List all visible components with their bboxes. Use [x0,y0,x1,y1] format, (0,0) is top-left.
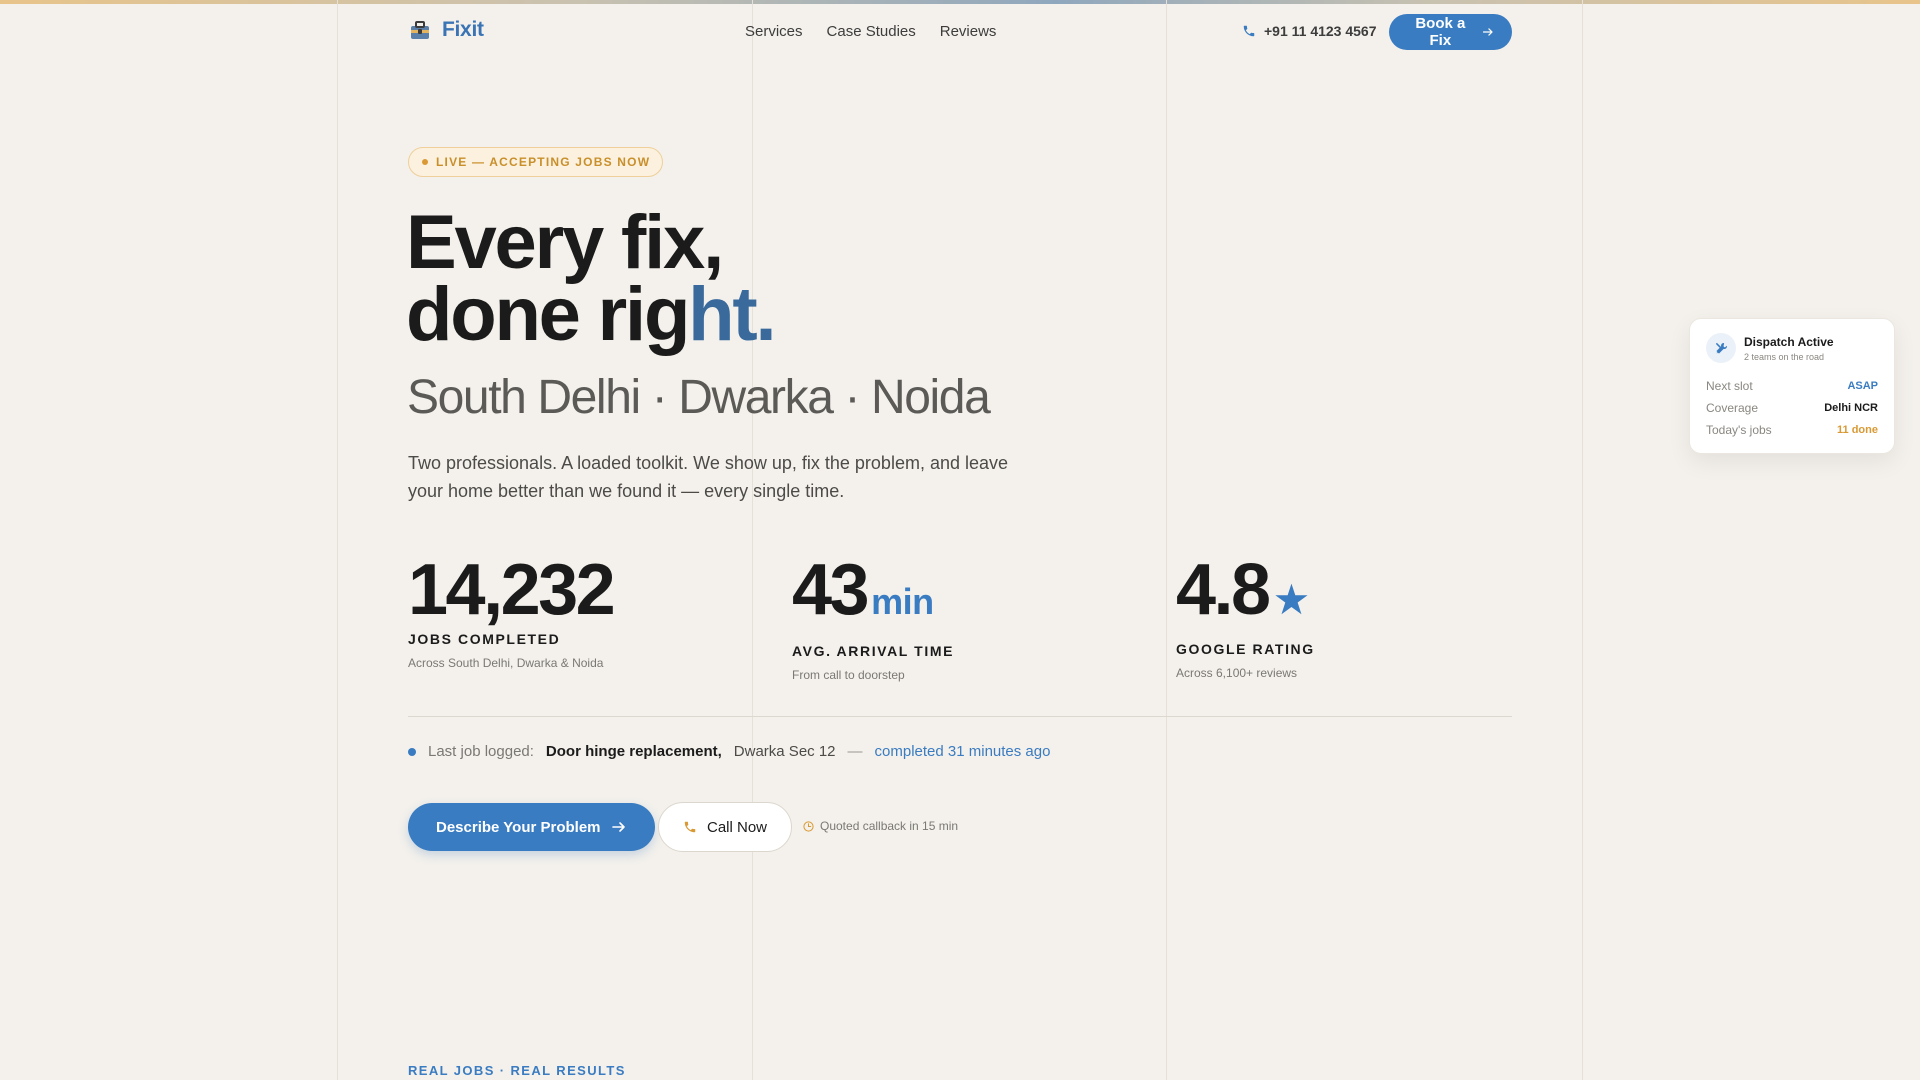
call-now-label: Call Now [707,818,768,836]
grid-line [752,0,753,1080]
live-status-badge: LIVE — ACCEPTING JOBS NOW [408,147,664,177]
arrow-right-icon [611,822,625,832]
top-accent-bar [0,0,1920,4]
stat-caption: Across 6,100+ reviews [1176,666,1298,680]
headline-accent: ht. [688,272,776,357]
phone-icon [684,821,696,833]
last-job-ticker: Last job logged: Door hinge replacement,… [408,743,1050,760]
stat-value: 4.8 [1176,550,1271,630]
star-icon: ★ [1272,576,1311,623]
service-areas: South Delhi · Dwarka · Noida [407,371,991,424]
last-job-location: Dwarka Sec 12 [733,743,836,760]
section-eyebrow: REAL JOBS · REAL RESULTS [408,1063,626,1078]
brand-name: Fixit [442,18,484,41]
stat-caption: From call to doorstep [792,668,905,682]
nav-reviews[interactable]: Reviews [940,23,997,40]
header-phone-link[interactable]: +91 11 4123 4567 [1242,23,1377,39]
grid-line [1582,0,1583,1080]
dispatch-card: Dispatch Active 2 teams on the road Next… [1689,318,1895,454]
dispatch-row-key: Today's jobs [1706,423,1772,437]
phone-icon [1243,25,1255,37]
dispatch-row: Coverage Delhi NCR [1706,397,1878,419]
dispatch-subtitle: 2 teams on the road [1744,351,1825,362]
dispatch-row-value: Delhi NCR [1824,402,1878,414]
stat-jobs-completed: 14,232 JOBS COMPLETED Across South Delhi… [408,550,616,670]
stat-label: JOBS COMPLETED [408,631,561,647]
stat-label: GOOGLE RATING [1176,641,1315,657]
site-header: Fixit Services Case Studies Reviews +91 … [408,14,1512,50]
dispatch-title: Dispatch Active [1744,334,1834,349]
book-a-fix-label: Book a Fix [1415,15,1466,49]
stat-value: 43 [792,550,870,630]
dispatch-row-value: 11 done [1837,424,1878,436]
last-job-separator: — [847,743,863,760]
last-job-prefix: Last job logged: [428,743,534,760]
stat-caption: Across South Delhi, Dwarka & Noida [408,656,604,670]
grid-line [1166,0,1167,1080]
tools-icon [1706,333,1736,363]
stat-value: 14,232 [408,550,616,630]
book-a-fix-button[interactable]: Book a Fix [1389,14,1512,50]
last-job-title: Door hinge replacement, [545,743,722,760]
main-nav: Services Case Studies Reviews [745,23,996,40]
stat-arrival-time: 43 min AVG. ARRIVAL TIME From call to doo… [792,550,955,682]
callback-note: Quoted callback in 15 min [803,819,958,833]
stat-label: AVG. ARRIVAL TIME [792,643,955,659]
describe-problem-label: Describe Your Problem [436,818,601,836]
stat-google-rating: 4.8 ★ GOOGLE RATING Across 6,100+ reviews [1176,550,1315,680]
brand-logo-link[interactable]: Fixit [408,18,484,42]
headline-line-2: done rig [406,272,690,357]
describe-problem-button[interactable]: Describe Your Problem [408,803,655,851]
dispatch-row: Today's jobs 11 done [1706,419,1878,441]
stat-unit: min [871,581,934,622]
nav-case-studies[interactable]: Case Studies [827,23,916,40]
clock-icon [803,820,814,832]
grid-line [337,0,338,1080]
ticker-dot-icon [408,747,416,756]
nav-services[interactable]: Services [745,23,803,40]
hero-headline: Every fix, done right. [406,205,777,353]
live-status-text: LIVE — ACCEPTING JOBS NOW [436,155,651,169]
live-dot-icon [422,159,428,165]
dispatch-row-key: Coverage [1706,401,1759,415]
dispatch-row: Next slot ASAP [1706,375,1878,397]
arrow-right-icon [1482,28,1493,36]
dispatch-row-value: ASAP [1847,380,1878,392]
section-divider [408,716,1512,717]
last-job-time: completed 31 minutes ago [874,743,1051,760]
call-now-button[interactable]: Call Now [658,802,793,852]
toolbox-icon [411,21,429,39]
hero-description: Two professionals. A loaded toolkit. We … [408,453,1009,501]
callback-note-text: Quoted callback in 15 min [820,819,959,833]
dispatch-row-key: Next slot [1706,379,1753,393]
phone-number: +91 11 4123 4567 [1264,23,1377,39]
